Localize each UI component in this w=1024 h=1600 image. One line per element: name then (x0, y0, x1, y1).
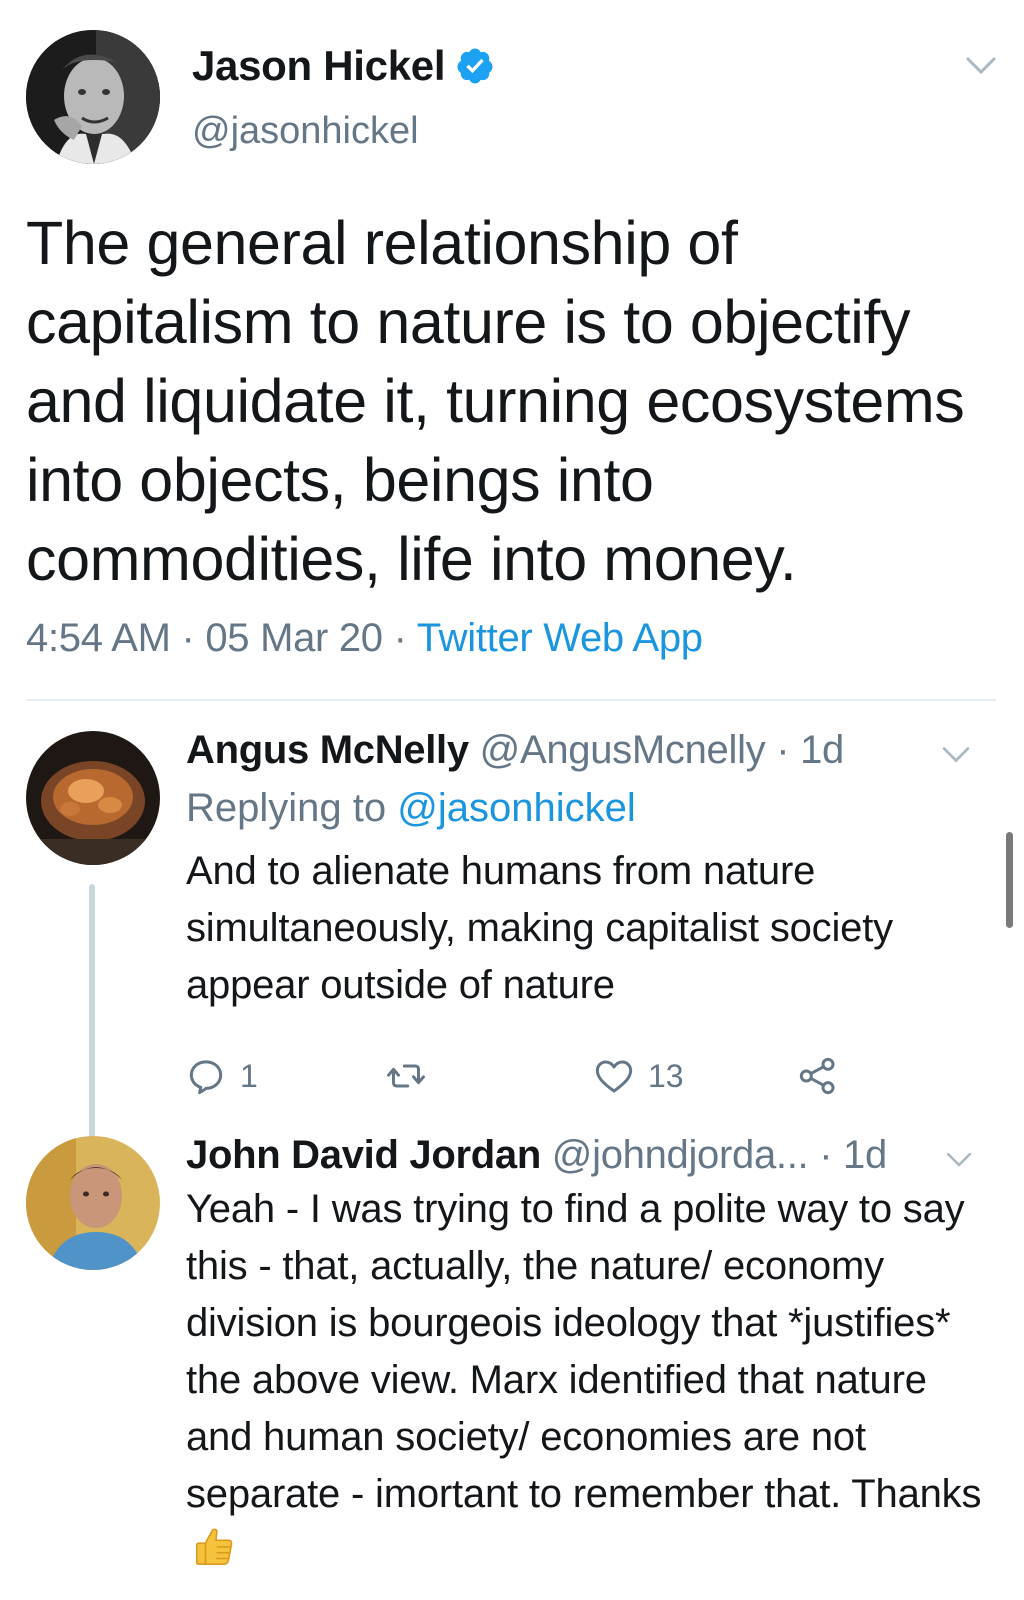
action-bar: 1 13 (186, 1056, 886, 1100)
tweet-source[interactable]: Twitter Web App (417, 616, 703, 660)
retweet-icon (387, 1064, 425, 1088)
reply-text-body: Yeah - I was trying to find a polite way… (186, 1187, 982, 1516)
replying-prefix: Replying to (186, 786, 387, 830)
author-name[interactable]: Angus McNelly (186, 728, 469, 772)
thumbs-up-emoji (196, 1528, 233, 1566)
meta-separator: · (393, 616, 407, 660)
divider (26, 699, 996, 701)
reply-header: John David Jordan @johndjorda... · 1d (186, 1133, 887, 1178)
tweet-text: The general relationship of capitalism t… (26, 209, 965, 593)
chevron-down-icon[interactable] (940, 744, 972, 766)
share-icon (799, 1057, 835, 1095)
like-button[interactable]: 13 (594, 1056, 684, 1096)
reply-button[interactable]: 1 (186, 1056, 258, 1096)
avatar[interactable] (26, 1136, 160, 1270)
share-button[interactable] (798, 1056, 838, 1096)
retweet-button[interactable] (386, 1056, 426, 1096)
author-handle[interactable]: @AngusMcnelly (480, 728, 766, 772)
reply-text: Yeah - I was trying to find a polite way… (186, 1181, 996, 1580)
scrollbar[interactable] (1006, 832, 1013, 928)
author-handle[interactable]: @jasonhickel (192, 110, 419, 153)
author-name[interactable]: Jason Hickel (192, 42, 446, 90)
author-row: Jason Hickel (192, 42, 495, 90)
verified-badge-icon (457, 48, 493, 84)
reply-header: Angus McNelly @AngusMcnelly · 1d (186, 728, 844, 773)
tweet-meta: 4:54 AM · 05 Mar 20 · Twitter Web App (26, 616, 703, 661)
meta-separator: · (776, 728, 790, 772)
chevron-down-icon[interactable] (944, 1150, 974, 1170)
reply-icon (189, 1060, 223, 1095)
author-name[interactable]: John David Jordan (186, 1133, 541, 1177)
replying-to-link[interactable]: @jasonhickel (397, 786, 636, 830)
thread-line (89, 884, 95, 1154)
tweet-date[interactable]: 05 Mar 20 (205, 616, 383, 660)
like-count: 13 (648, 1057, 684, 1094)
reply-text: And to alienate humans from nature simul… (186, 849, 893, 1007)
meta-separator: · (819, 1133, 833, 1177)
tweet-time[interactable]: 4:54 AM (26, 616, 171, 660)
reply-age[interactable]: 1d (800, 728, 844, 772)
reply-age[interactable]: 1d (843, 1133, 887, 1177)
chevron-down-icon[interactable] (964, 54, 998, 78)
author-handle[interactable]: @johndjorda... (552, 1133, 809, 1177)
meta-separator: · (181, 616, 195, 660)
avatar[interactable] (26, 731, 160, 865)
avatar[interactable] (26, 30, 160, 164)
replying-to: Replying to @jasonhickel (186, 786, 636, 831)
heart-icon (595, 1060, 633, 1093)
reply-count: 1 (240, 1057, 258, 1094)
